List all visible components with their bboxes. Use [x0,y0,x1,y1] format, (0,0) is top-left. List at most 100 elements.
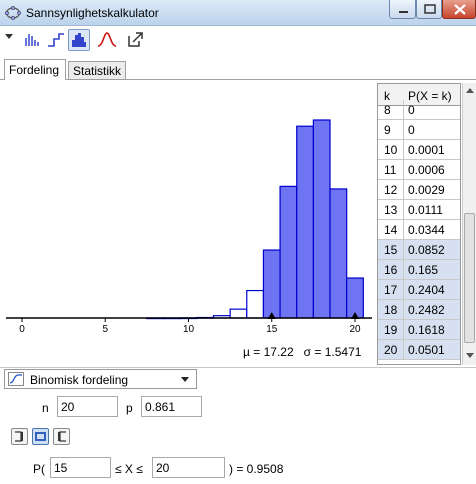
histogram-bar [312,119,331,319]
close-button[interactable] [442,0,476,19]
table-cell-k: 19 [378,320,404,340]
distribution-chart: 0 5 10 15 20 [6,119,372,335]
table-cell-k: 18 [378,300,404,320]
x-tick-label: 20 [349,324,361,335]
bar-graph-button[interactable] [21,29,43,51]
table-row[interactable]: 90 [378,120,460,140]
step-graph-icon [48,33,64,47]
probability-result: ) = 0.9508 [229,462,284,476]
normal-curve-icon [97,32,117,47]
table-row[interactable]: 15 0.0852 [378,240,460,260]
lower-bound-field[interactable]: 15 [50,457,111,478]
right-sided-icon [58,431,66,442]
table-cell-k: 17 [378,280,404,300]
table-cell-k: 9 [378,120,404,140]
distribution-select[interactable]: Binomisk fordeling [4,369,197,389]
n-label: n [42,401,49,415]
maximize-icon [424,4,436,14]
table-cell-p: 0.1618 [408,323,445,337]
table-row[interactable]: 20 0.0501 [378,340,460,360]
table-cell-p: 0.2482 [408,303,445,317]
left-sided-icon [15,431,23,442]
prob-prefix: P( [33,462,45,476]
close-icon [454,4,466,15]
scroll-thumb[interactable] [464,213,475,343]
interval-button[interactable] [32,428,49,445]
histogram-bar [279,185,298,319]
toolbar [0,27,476,55]
interval-icon [35,432,46,441]
probability-table: k P(X = k) 8 0 9 0 10 0.0001 11 0.0006 12 0.0029 1… [377,83,461,365]
dropdown-arrow-icon [181,377,189,382]
maximize-button[interactable] [416,0,442,19]
table-row[interactable]: 10 0.0001 [378,140,460,160]
table-cell-p: 0.0001 [408,143,445,157]
left-sided-button[interactable] [11,428,28,445]
histogram-bar [262,249,281,319]
stats-readout: µ = 17.22 σ = 1.5471 [243,345,361,359]
table-cell-k: 10 [378,140,404,160]
table-cell-k: 20 [378,340,404,360]
p-field[interactable]: 0.861 [141,396,202,417]
minimize-button[interactable] [389,0,416,19]
minimize-icon [399,11,408,13]
menu-arrow-icon[interactable] [4,31,14,41]
x-tick-label: 10 [183,324,195,335]
upper-bound-field[interactable]: 20 [152,457,225,478]
table-row[interactable]: 13 0.0111 [378,200,460,220]
app-icon [5,6,21,20]
window-title: Sannsynlighetskalkulator [26,6,159,20]
table-cell-k: 11 [378,160,404,180]
export-button[interactable] [125,29,147,51]
tab-statistikk[interactable]: Statistikk [68,61,126,80]
table-cell-k: 16 [378,260,404,280]
tab-bar: Fordeling Statistikk [0,56,476,80]
distribution-select-value: Binomisk fordeling [30,373,129,387]
table-row[interactable]: 17 0.2404 [378,280,460,300]
table-cell-k: 8 [378,100,404,120]
table-row[interactable]: 18 0.2482 [378,300,460,320]
table-cell-p: 0.0501 [408,343,445,357]
title-bar: Sannsynlighetskalkulator [0,0,476,26]
x-tick-label: 0 [19,324,25,335]
p-label: p [126,401,133,415]
histogram-bar [246,289,265,319]
sd-label: σ = 1.5471 [303,345,362,359]
distribution-type-icon [8,372,24,386]
table-row[interactable]: 12 0.0029 [378,180,460,200]
table-cell-p: 0.0029 [408,183,445,197]
mean-label: µ = 17.22 [243,345,294,359]
bar-graph-icon [25,34,39,46]
table-row[interactable]: 80 [378,100,460,120]
tab-fordeling[interactable]: Fordeling [4,59,66,80]
table-cell-p: 0.0852 [408,243,445,257]
normal-overlay-button[interactable] [96,29,118,51]
step-graph-button[interactable] [45,29,67,51]
table-cell-k: 13 [378,200,404,220]
table-scrollbar[interactable] [462,83,476,365]
table-cell-k: 12 [378,180,404,200]
table-cell-p: 0 [408,123,415,137]
table-cell-k: 14 [378,220,404,240]
scroll-down-icon[interactable] [465,352,475,360]
n-field[interactable]: 20 [57,396,118,417]
table-row[interactable]: 14 0.0344 [378,220,460,240]
histogram-icon [72,33,86,47]
table-cell-p: 0 [408,103,415,117]
table-cell-p: 0.2404 [408,283,445,297]
table-row[interactable]: 16 0.165 [378,260,460,280]
histogram-bar [229,308,248,319]
export-icon [128,32,143,47]
x-tick-label: 15 [266,324,278,335]
histogram-bar [296,125,314,319]
right-sided-button[interactable] [53,428,70,445]
scroll-up-icon[interactable] [465,87,475,95]
x-tick-label: 5 [102,324,108,335]
table-cell-p: 0.0006 [408,163,445,177]
table-row[interactable]: 19 0.1618 [378,320,460,340]
table-cell-k: 15 [378,240,404,260]
interval-operator: ≤ X ≤ [115,462,143,476]
histogram-button[interactable] [68,29,90,51]
table-cell-p: 0.0344 [408,223,445,237]
table-row[interactable]: 11 0.0006 [378,160,460,180]
